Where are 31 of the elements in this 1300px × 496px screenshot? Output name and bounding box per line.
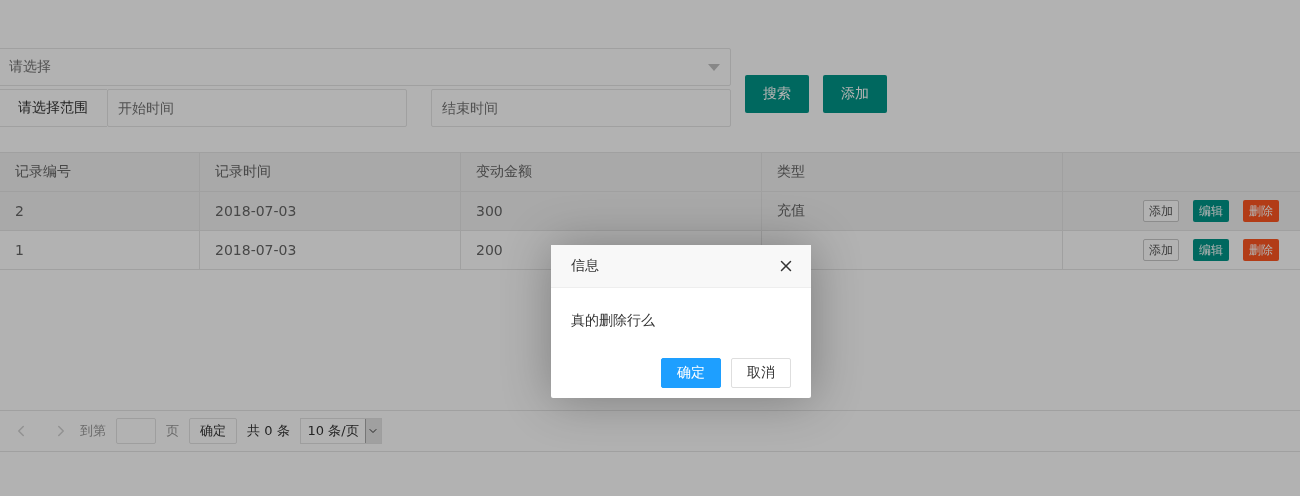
column-header: 记录编号 <box>0 153 200 191</box>
page-unit: 页 <box>166 422 179 440</box>
add-button[interactable]: 添加 <box>1143 239 1179 261</box>
table-cell: 300 <box>461 192 762 230</box>
add-button[interactable]: 添加 <box>1143 200 1179 222</box>
table-cell: 1 <box>0 231 200 269</box>
dialog-message: 真的删除行么 <box>570 311 656 330</box>
cancel-button[interactable]: 取消 <box>731 358 791 388</box>
add-button[interactable]: 添加 <box>823 75 887 113</box>
column-header: 记录时间 <box>200 153 461 191</box>
table-cell: 2018-07-03 <box>200 192 461 230</box>
page-size-select[interactable]: 10 条/页 <box>299 418 382 444</box>
delete-button[interactable]: 删除 <box>1243 239 1279 261</box>
start-time-field[interactable]: 开始时间 <box>107 89 407 127</box>
search-button[interactable]: 搜索 <box>745 75 809 113</box>
column-header: 变动金额 <box>461 153 762 191</box>
select-placeholder: 请选择 <box>9 58 51 76</box>
dropdown-triangle-icon <box>708 63 720 71</box>
table-cell: 充值 <box>762 192 1063 230</box>
edit-button[interactable]: 编辑 <box>1193 200 1229 222</box>
table-cell: 2 <box>0 192 200 230</box>
total-count: 共 0 条 <box>247 422 290 440</box>
confirm-button[interactable]: 确定 <box>189 418 237 444</box>
select-field[interactable]: 请选择 <box>0 48 731 86</box>
column-header: 类型 <box>762 153 1063 191</box>
goto-label: 到第 <box>80 422 106 440</box>
end-time-field[interactable]: 结束时间 <box>431 89 731 127</box>
edit-button[interactable]: 编辑 <box>1193 239 1229 261</box>
delete-button[interactable]: 删除 <box>1243 200 1279 222</box>
table-cell: 2018-07-03 <box>200 231 461 269</box>
confirm-button[interactable]: 确定 <box>661 358 721 388</box>
